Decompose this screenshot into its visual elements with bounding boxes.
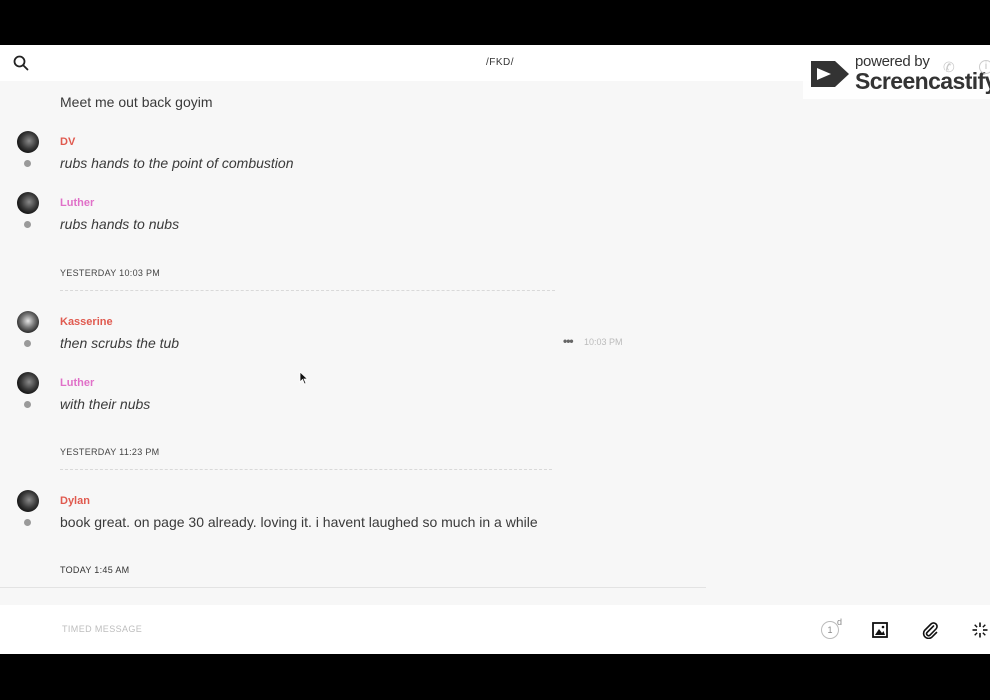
message-text: with their nubs <box>60 396 151 412</box>
avatar[interactable] <box>17 192 39 214</box>
message-timestamp: 10:03 PM <box>584 337 623 347</box>
message-text: rubs hands to nubs <box>60 216 180 232</box>
date-divider-label: TODAY 1:45 AM <box>60 565 130 575</box>
date-divider-label: YESTERDAY 10:03 PM <box>60 268 161 278</box>
more-options-button[interactable]: ••• <box>563 334 574 348</box>
status-dot <box>24 401 31 408</box>
message-input[interactable] <box>62 619 762 639</box>
composer-bar: 1 d <box>0 605 990 654</box>
chat-window: /FKD/ powered by Screencastify ✆ i Meet … <box>0 45 990 654</box>
composer-separator <box>0 587 706 588</box>
status-dot <box>24 519 31 526</box>
avatar[interactable] <box>17 372 39 394</box>
avatar[interactable] <box>17 311 39 333</box>
status-dot <box>24 160 31 167</box>
mouse-pointer-icon <box>299 371 309 385</box>
sender-name[interactable]: Luther <box>60 377 94 389</box>
date-divider-label: YESTERDAY 11:23 PM <box>60 447 160 457</box>
paperclip-icon[interactable] <box>921 621 939 639</box>
info-icon[interactable]: i <box>979 60 990 74</box>
sender-name[interactable]: Kasserine <box>60 316 113 328</box>
date-divider-line <box>60 290 555 291</box>
message-text: Meet me out back goyim <box>60 94 213 110</box>
message-text: rubs hands to the point of combustion <box>60 155 294 171</box>
image-icon[interactable] <box>871 621 889 639</box>
sparkle-icon[interactable] <box>971 621 989 639</box>
message-timer-button[interactable]: 1 d <box>821 617 845 641</box>
status-dot <box>24 221 31 228</box>
message-text: then scrubs the tub <box>60 335 180 351</box>
message-list: Meet me out back goyim DV rubs hands to … <box>0 81 990 605</box>
sender-name[interactable]: DV <box>60 136 75 148</box>
status-dot <box>24 340 31 347</box>
date-divider-line <box>60 469 552 470</box>
timer-unit: d <box>837 617 843 627</box>
avatar[interactable] <box>17 490 39 512</box>
message-text: book great. on page 30 already. loving i… <box>60 514 538 530</box>
avatar[interactable] <box>17 131 39 153</box>
sender-name[interactable]: Luther <box>60 197 94 209</box>
sender-name[interactable]: Dylan <box>60 495 90 507</box>
phone-icon[interactable]: ✆ <box>943 59 955 76</box>
